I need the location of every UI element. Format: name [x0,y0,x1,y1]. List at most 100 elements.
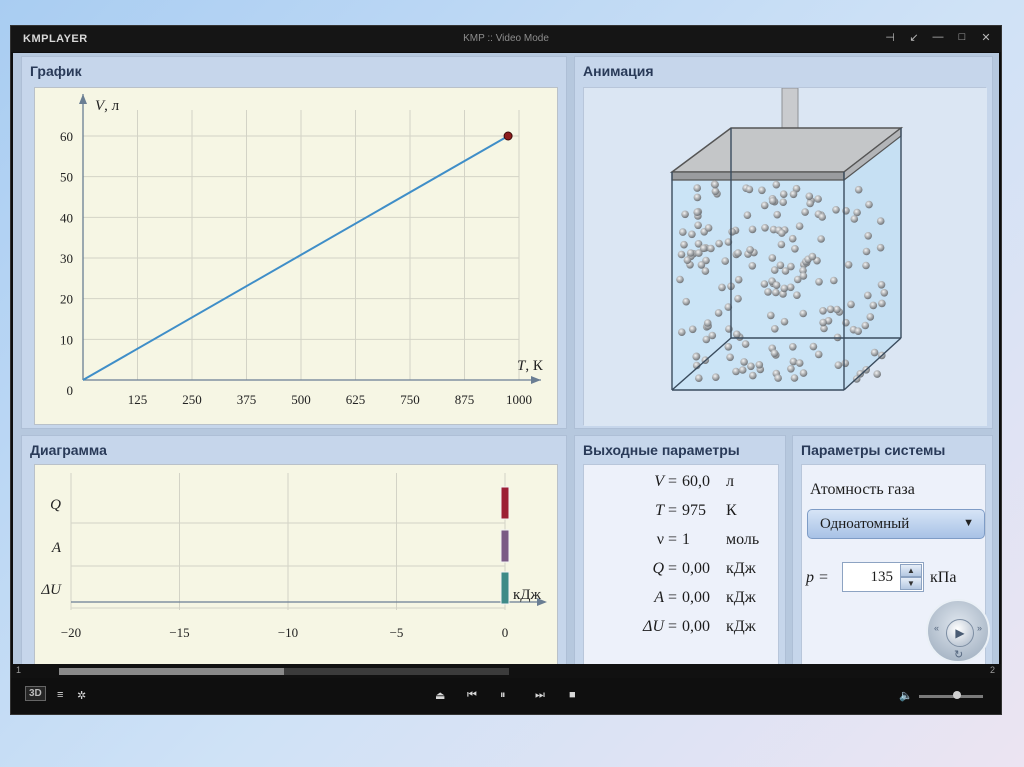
gas-molecule [779,198,787,206]
gas-molecule [774,374,782,382]
playback-wheel[interactable]: « ▶ » ↻ [926,599,990,663]
gas-molecule [862,247,871,256]
3d-mode-button[interactable]: 3D [25,686,46,701]
gas-molecule [683,256,692,264]
origin-label: 0 [67,383,74,398]
title-bar[interactable]: KMPLAYER KMP :: Video Mode ⊣ ↙ — □ ✕ [11,26,1001,52]
play-icon: ▶ [955,626,965,640]
gas-molecule [743,211,752,219]
pressure-label: p = [806,569,829,586]
player-window: KMPLAYER KMP :: Video Mode ⊣ ↙ — □ ✕ Гра… [10,25,1002,715]
shrink-icon[interactable]: ↙ [907,31,921,44]
output-unit: л [726,473,734,490]
window-controls: ⊣ ↙ — □ ✕ [883,31,993,44]
diagram-bar [500,486,510,520]
gas-molecule [728,228,736,236]
close-icon[interactable]: ✕ [979,31,993,44]
output-unit: кДж [726,589,756,606]
eject-icon[interactable]: ⏏ [435,689,445,702]
seek-track[interactable] [59,668,509,675]
gas-molecule [847,300,855,309]
diagram-panel: Диаграмма −20 −15 −10 −5 0 кДж Q A ΔU [21,435,567,679]
gas-molecule [826,305,835,314]
gas-molecule [789,190,798,199]
output-equals: = [668,618,678,635]
play-button[interactable]: ▶ [946,619,974,647]
gas-molecule [758,186,766,195]
diagram-category-label: Q [50,497,61,513]
gas-molecule [830,276,838,285]
output-panel-title: Выходные параметры [583,442,740,458]
pin-icon[interactable]: ⊣ [883,31,897,44]
x-axis-label: T, К [517,358,544,374]
gas-molecule [818,213,826,221]
x-tick-label: 0 [502,625,509,640]
gas-molecule [777,240,786,249]
gas-molecule [697,261,706,269]
gas-molecule [787,365,795,373]
gas-molecule [714,309,723,317]
stop-icon[interactable]: ■ [569,689,576,701]
volume-slider[interactable] [919,695,983,698]
gas-molecule [799,309,807,318]
gas-molecule [819,307,827,315]
gas-molecule [771,325,779,333]
gas-molecule [748,262,757,270]
output-equals: = [668,502,678,519]
gas-molecule [834,361,843,370]
minimize-icon[interactable]: — [931,31,945,44]
pressure-input[interactable]: 135 ▲ ▼ [842,562,924,592]
x-axis-label: кДж [513,587,542,603]
next-icon[interactable]: ⏭ [535,689,545,702]
gas-molecule [703,319,712,327]
gas-molecule [790,374,799,382]
gas-molecule [865,200,873,209]
playlist-icon[interactable]: ≡ [57,689,63,701]
settings-gear-icon[interactable]: ✲ [77,689,86,702]
gas-molecule [693,184,701,192]
y-tick-label: 40 [60,210,73,225]
gas-molecule [688,230,696,239]
maximize-icon[interactable]: □ [955,31,969,44]
gas-molecule [786,283,795,292]
atomicity-select[interactable]: Одноатомный ▼ [807,509,985,539]
pressure-increase-button[interactable]: ▲ [900,564,922,577]
output-value: 975 [682,502,706,519]
output-value: 0,00 [682,560,710,577]
output-value: 60,0 [682,473,710,490]
y-tick-label: 30 [60,251,73,266]
output-panel: Выходные параметры V = 60,0 л T = 975 Кν = 1 моль Q… [574,435,786,679]
gas-molecule [712,373,720,382]
gas-molecule [873,370,881,378]
x-tick-label: 875 [455,392,475,407]
fast-forward-icon[interactable]: » [977,623,982,633]
gas-molecule [869,301,878,310]
state-point-marker [503,131,513,141]
reset-icon[interactable]: ↻ [954,648,963,661]
gas-molecule [773,210,781,219]
piston-rod [781,87,799,129]
gas-molecule [688,325,697,334]
gas-molecule [740,358,748,366]
gas-molecule [809,342,818,351]
diagram-category-label: ΔU [40,582,62,598]
y-axis-arrow [79,94,87,104]
pressure-decrease-button[interactable]: ▼ [900,577,922,590]
gas-molecule [770,349,779,358]
gas-molecule [693,208,701,216]
previous-icon[interactable]: ⏮ [467,689,477,702]
x-tick-label: 1000 [506,392,532,407]
gas-molecule [676,275,684,284]
gas-molecule [682,297,690,306]
volume-temperature-chart: 125 250 375 500 625 750 875 1000 10 20 30 40 50 60 0 V,… [60,94,544,407]
energy-diagram: −20 −15 −10 −5 0 кДж Q A ΔU [40,473,547,640]
pause-icon[interactable]: ⏸ [500,689,506,702]
volume-icon[interactable]: 🔈 [899,689,913,702]
gas-molecule [780,317,789,326]
rewind-icon[interactable]: « [934,623,939,633]
gas-molecule [694,221,702,230]
gas-molecule [755,361,764,369]
gas-molecule [806,199,814,208]
y-axis-label: V, л [95,98,120,114]
gas-molecule [844,261,853,269]
